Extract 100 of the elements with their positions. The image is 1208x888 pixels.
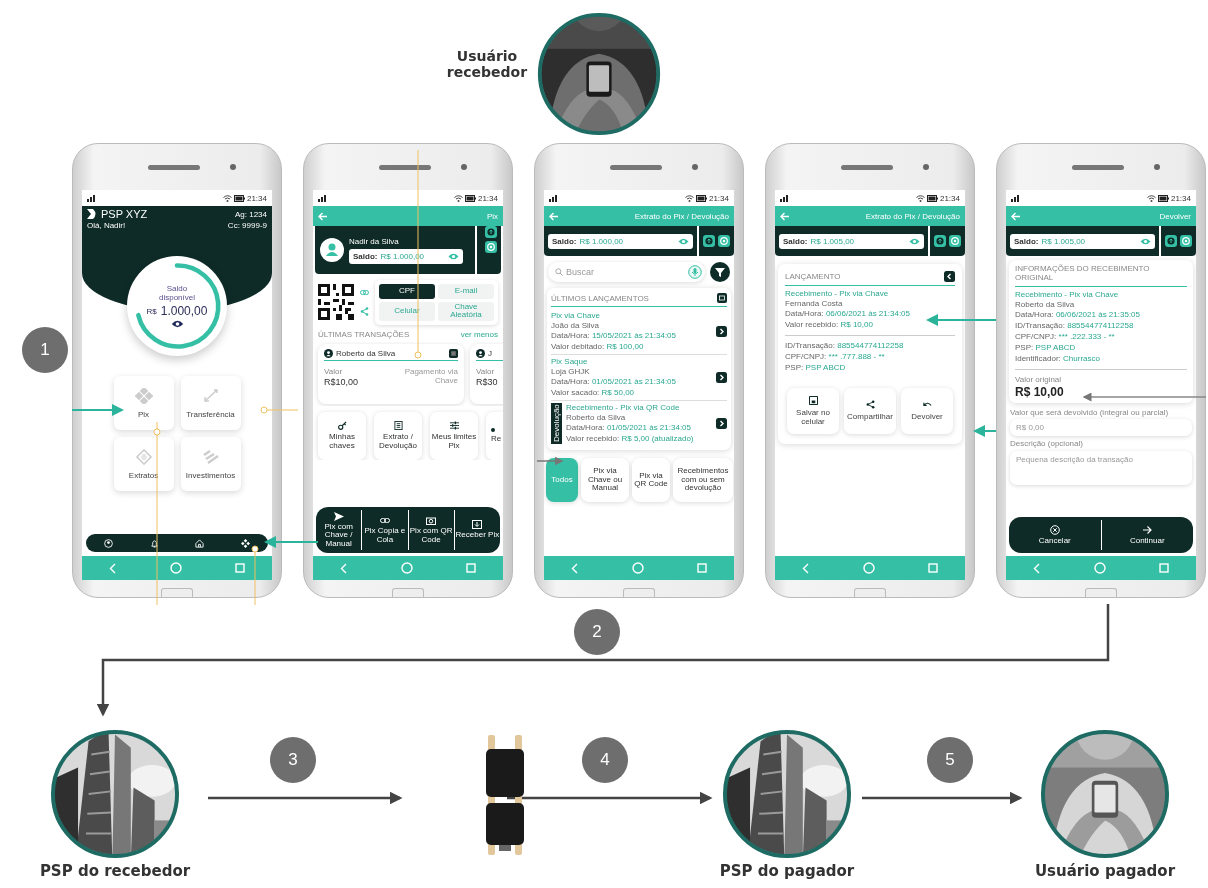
home-button[interactable] xyxy=(392,588,424,597)
action-button[interactable]: Continuar xyxy=(1101,520,1193,550)
amount-field[interactable]: R$ 0,00 xyxy=(1010,419,1192,437)
home-icon[interactable] xyxy=(195,538,205,548)
key-type-button[interactable]: CPF xyxy=(379,284,435,299)
shortcut-button[interactable]: Meus limites Pix xyxy=(430,411,478,460)
settings-icon[interactable] xyxy=(718,235,730,247)
signal-icon xyxy=(549,194,558,202)
pointer-arrow xyxy=(264,536,319,548)
square-icon[interactable] xyxy=(928,563,939,573)
signal-icon xyxy=(87,194,96,202)
back-icon[interactable] xyxy=(108,562,117,574)
clock-time: 21:34 xyxy=(477,193,498,203)
detail-value: 06/06/2021 às 21:35:05 xyxy=(1055,309,1140,319)
settings-icon[interactable] xyxy=(1180,235,1192,247)
user-icon[interactable] xyxy=(104,538,114,548)
arrow-right-icon xyxy=(1142,524,1153,535)
back-arrow-icon[interactable] xyxy=(549,211,559,221)
action-button[interactable]: Pix com Chave / Manual xyxy=(316,510,363,550)
eye-icon[interactable] xyxy=(170,320,184,329)
detail-value: *** .777.888 - ** xyxy=(828,352,885,361)
home-button[interactable] xyxy=(161,588,193,597)
signal-icon xyxy=(780,194,789,202)
arrows-icon xyxy=(201,387,220,404)
avatar-icon xyxy=(320,238,344,262)
home-button[interactable] xyxy=(1085,588,1117,597)
calendar-icon[interactable] xyxy=(717,293,727,303)
back-arrow-icon[interactable] xyxy=(318,211,328,221)
detail-value: PSP ABCD xyxy=(805,363,846,372)
upload-icon[interactable] xyxy=(934,235,946,247)
action-button[interactable]: Receber Pix xyxy=(454,510,500,550)
step-badge: 5 xyxy=(927,737,973,783)
filter-chip[interactable]: Recebimentos com ou sem devolução xyxy=(673,458,733,502)
avatar-icon xyxy=(324,348,333,358)
upload-icon[interactable] xyxy=(485,226,497,238)
detail-label: Data/Hora: xyxy=(785,309,824,318)
square-icon[interactable] xyxy=(1159,563,1170,573)
filter-icon[interactable] xyxy=(710,262,730,282)
action-button[interactable]: Pix Copia e Cola xyxy=(362,510,409,550)
shortcut-button[interactable]: Minhas chaves xyxy=(318,411,366,460)
action-button[interactable]: Devolver xyxy=(901,388,953,434)
back-icon[interactable] xyxy=(570,562,579,574)
menu-tile[interactable]: Investimentos xyxy=(180,437,241,491)
battery-icon xyxy=(695,194,707,202)
screen-title: Extrato do Pix / Devolução xyxy=(865,211,960,221)
microphone-icon[interactable] xyxy=(688,265,702,279)
greeting: Olá, Nadir! xyxy=(87,221,126,230)
bell-icon[interactable] xyxy=(149,538,159,548)
node-label: Usuário recebedor xyxy=(445,47,529,81)
home-button[interactable] xyxy=(854,588,886,597)
settings-icon[interactable] xyxy=(949,235,961,247)
payee-name: J xyxy=(488,348,492,358)
clock-time: 21:34 xyxy=(246,193,267,203)
section-heading: ÚLTIMOS LANÇAMENTOS xyxy=(551,293,649,303)
share-icon[interactable] xyxy=(358,305,371,319)
detail-value: R$ 100,00 xyxy=(606,342,644,351)
square-icon[interactable] xyxy=(697,563,708,573)
back-icon[interactable] xyxy=(1032,562,1041,574)
balance-label: Saldo: xyxy=(783,236,808,246)
settings-icon[interactable] xyxy=(485,241,497,253)
share-icon xyxy=(865,400,875,410)
qr-code-icon[interactable] xyxy=(318,284,354,321)
shortcut-button[interactable]: Re xyxy=(486,411,503,460)
chevron-button-icon[interactable] xyxy=(716,418,727,429)
filter-chip[interactable]: Pix via Chave ou Manual xyxy=(581,458,629,502)
filter-chip[interactable]: Pix via QR Code xyxy=(632,458,670,502)
bars-icon xyxy=(201,448,220,465)
home-button[interactable] xyxy=(623,588,655,597)
detail-label: ID/Transação: xyxy=(1015,320,1065,330)
chevron-button-icon[interactable] xyxy=(716,372,727,383)
transaction-card[interactable]: J Valor R$30 xyxy=(470,343,503,404)
square-icon[interactable] xyxy=(466,563,477,573)
action-button[interactable]: Compartilhar xyxy=(844,388,896,434)
action-button[interactable]: Salvar no celular xyxy=(787,388,839,434)
section-heading: ÚLTIMAS TRANSAÇÕES xyxy=(318,329,410,339)
search-field[interactable]: Buscar xyxy=(566,267,685,277)
chevron-button-icon[interactable] xyxy=(944,271,955,282)
speaker-grille xyxy=(1072,164,1124,170)
document-icon xyxy=(393,421,403,431)
square-icon[interactable] xyxy=(235,563,246,573)
entry-title: Pix Saque xyxy=(551,357,589,366)
description-field[interactable]: Pequena descrição da transação xyxy=(1010,451,1192,486)
action-button[interactable]: Cancelar xyxy=(1009,520,1102,550)
back-arrow-icon[interactable] xyxy=(780,211,790,221)
shortcut-button[interactable]: Extrato / Devolução xyxy=(374,411,422,460)
diamond-grid-icon[interactable] xyxy=(240,538,250,548)
upload-icon[interactable] xyxy=(703,235,715,247)
pointer-arrow xyxy=(536,456,564,466)
upload-icon[interactable] xyxy=(1165,235,1177,247)
back-arrow-icon[interactable] xyxy=(1011,211,1021,221)
back-icon[interactable] xyxy=(801,562,810,574)
chevron-button-icon[interactable] xyxy=(716,326,727,337)
menu-tile[interactable]: Transferência xyxy=(180,376,241,430)
detail-label: Data/Hora: xyxy=(1015,309,1054,319)
menu-tile[interactable]: Extratos xyxy=(113,437,174,491)
back-icon[interactable] xyxy=(339,562,348,574)
transaction-type: Pagamento via Chave xyxy=(403,366,458,387)
send-icon xyxy=(333,511,344,521)
menu-tile[interactable]: Pix xyxy=(113,376,174,430)
action-button[interactable]: Pix com QR Code xyxy=(408,510,455,550)
